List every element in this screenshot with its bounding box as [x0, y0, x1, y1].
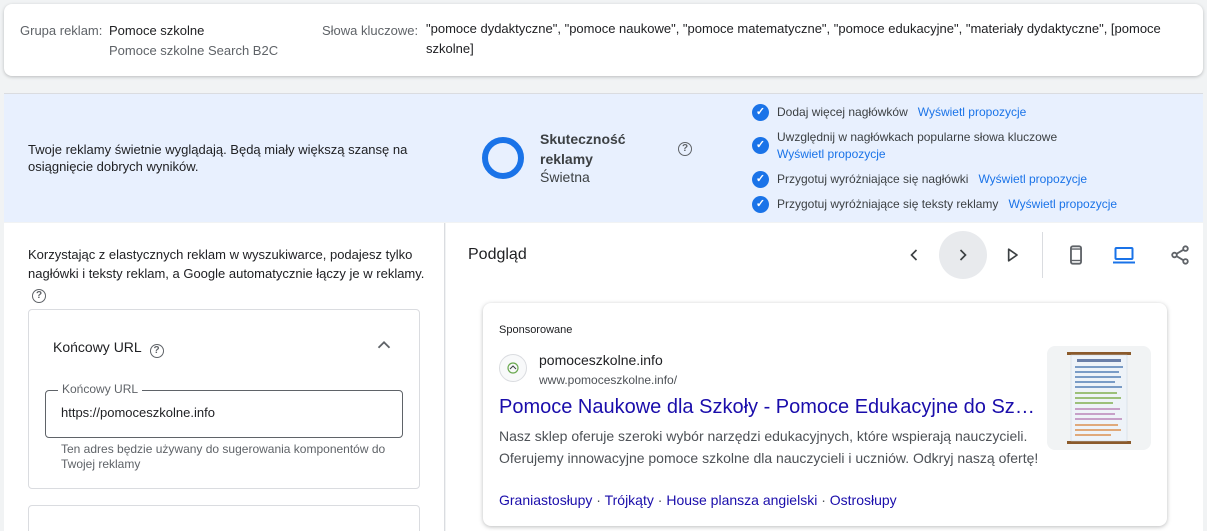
final-url-field[interactable]: Końcowy URL	[45, 382, 403, 438]
check-icon: ✓	[752, 171, 769, 188]
next-button[interactable]	[939, 231, 987, 279]
sitelink[interactable]: Ostrosłupy	[830, 492, 897, 508]
previous-button[interactable]	[890, 231, 938, 279]
sitelink[interactable]: Trójkąty	[605, 492, 654, 508]
ad-strength-value: Świetna	[540, 169, 590, 185]
play-icon	[1007, 248, 1018, 262]
suggestion-text: Dodaj więcej nagłówków	[777, 105, 908, 119]
view-suggestions-link[interactable]: Wyświetl propozycje	[777, 147, 886, 161]
help-icon[interactable]: ?	[149, 344, 164, 358]
campaign-name: Pomoce szkolne Search B2C	[109, 43, 279, 58]
chevron-right-icon	[959, 249, 967, 261]
final-url-input[interactable]	[61, 405, 381, 420]
ad-group-name: Pomoce szkolne	[109, 23, 205, 38]
final-url-field-label: Końcowy URL	[58, 382, 143, 396]
editor-intro: Korzystając z elastycznych reklam w wysz…	[28, 246, 428, 303]
ad-description: Nasz sklep oferuje szeroki wybór narzędz…	[499, 428, 1039, 466]
chevron-up-icon[interactable]	[373, 334, 395, 356]
display-url: www.pomoceszkolne.info/	[539, 373, 678, 387]
final-url-title: Końcowy URL ?	[53, 339, 164, 358]
ad-editor-panel: Korzystając z elastycznych reklam w wysz…	[4, 223, 445, 531]
ad-strength-title: Skuteczność reklamy	[540, 131, 626, 167]
view-suggestions-link[interactable]: Wyświetl propozycje	[918, 105, 1027, 119]
suggestion-item: Uwzględnij w nagłówkach popularne słowa …	[777, 129, 1057, 163]
sitelinks: Graniastosłupy · Trójkąty · House plansz…	[499, 492, 897, 508]
desktop-preview-button[interactable]	[1100, 231, 1148, 279]
suggestion-text: Przygotuj wyróżniające się nagłówki	[777, 172, 969, 186]
ad-group-label: Grupa reklam:	[20, 23, 103, 38]
sponsored-label: Sponsorowane	[499, 324, 573, 336]
ad-headline[interactable]: Pomoce Naukowe dla Szkoły - Pomoce Eduka…	[499, 396, 1039, 419]
suggestion-text: Uwzględnij w nagłówkach popularne słowa …	[777, 130, 1058, 144]
mobile-preview-button[interactable]	[1052, 231, 1100, 279]
sitelink-separator: ·	[596, 492, 601, 508]
ad-strength-banner: Twoje reklamy świetnie wyglądają. Będą m…	[4, 93, 1203, 222]
suggestion-text: Przygotuj wyróżniające się teksty reklam…	[777, 197, 999, 211]
sitelink[interactable]: Graniastosłupy	[499, 492, 592, 508]
chevron-left-icon	[910, 249, 918, 261]
ad-group-info-card: Grupa reklam: Pomoce szkolne Pomoce szko…	[4, 4, 1203, 76]
site-name: pomoceszkolne.info	[539, 352, 663, 368]
site-favicon-icon	[499, 354, 527, 382]
check-icon: ✓	[752, 104, 769, 121]
share-icon	[1171, 245, 1189, 265]
play-button[interactable]	[988, 231, 1036, 279]
check-icon: ✓	[752, 196, 769, 213]
suggestion-item: Przygotuj wyróżniające się teksty reklam…	[777, 196, 1117, 213]
sitelink-separator: ·	[821, 492, 826, 508]
help-icon[interactable]: ?	[678, 142, 692, 156]
view-suggestions-link[interactable]: Wyświetl propozycje	[1008, 197, 1117, 211]
final-url-section: Końcowy URL ? Końcowy URL Ten adres będz…	[28, 309, 420, 489]
final-url-title-text: Końcowy URL	[53, 339, 142, 355]
keywords-label: Słowa kluczowe:	[322, 23, 419, 38]
suggestion-item: Dodaj więcej nagłówków Wyświetl propozyc…	[777, 104, 1026, 121]
share-button[interactable]	[1156, 231, 1204, 279]
keywords-list: "pomoce dydaktyczne", "pomoce naukowe", …	[426, 21, 1161, 56]
ad-strength-ring-icon	[482, 137, 524, 179]
ad-strength-message: Twoje reklamy świetnie wyglądają. Będą m…	[28, 142, 408, 174]
preview-title: Podgląd	[468, 246, 527, 263]
help-icon[interactable]: ?	[32, 289, 46, 303]
check-icon: ✓	[752, 137, 769, 154]
sitelink[interactable]: House plansza angielski	[666, 492, 817, 508]
preview-panel: Podgląd Sponsorowane pomoceszkolne.info …	[446, 223, 1203, 531]
smartphone-icon	[1070, 245, 1082, 265]
sitelink-separator: ·	[657, 492, 663, 508]
next-section-card	[28, 505, 420, 531]
ad-image-thumbnail	[1047, 346, 1151, 450]
view-suggestions-link[interactable]: Wyświetl propozycje	[978, 172, 1087, 186]
ad-preview-card: Sponsorowane pomoceszkolne.info www.pomo…	[483, 303, 1167, 526]
toolbar-divider	[1042, 232, 1043, 278]
laptop-icon	[1113, 247, 1135, 264]
editor-intro-text: Korzystając z elastycznych reklam w wysz…	[28, 247, 425, 281]
final-url-help: Ten adres będzie używany do sugerowania …	[61, 442, 386, 471]
suggestion-item: Przygotuj wyróżniające się nagłówki Wyśw…	[777, 171, 1087, 188]
